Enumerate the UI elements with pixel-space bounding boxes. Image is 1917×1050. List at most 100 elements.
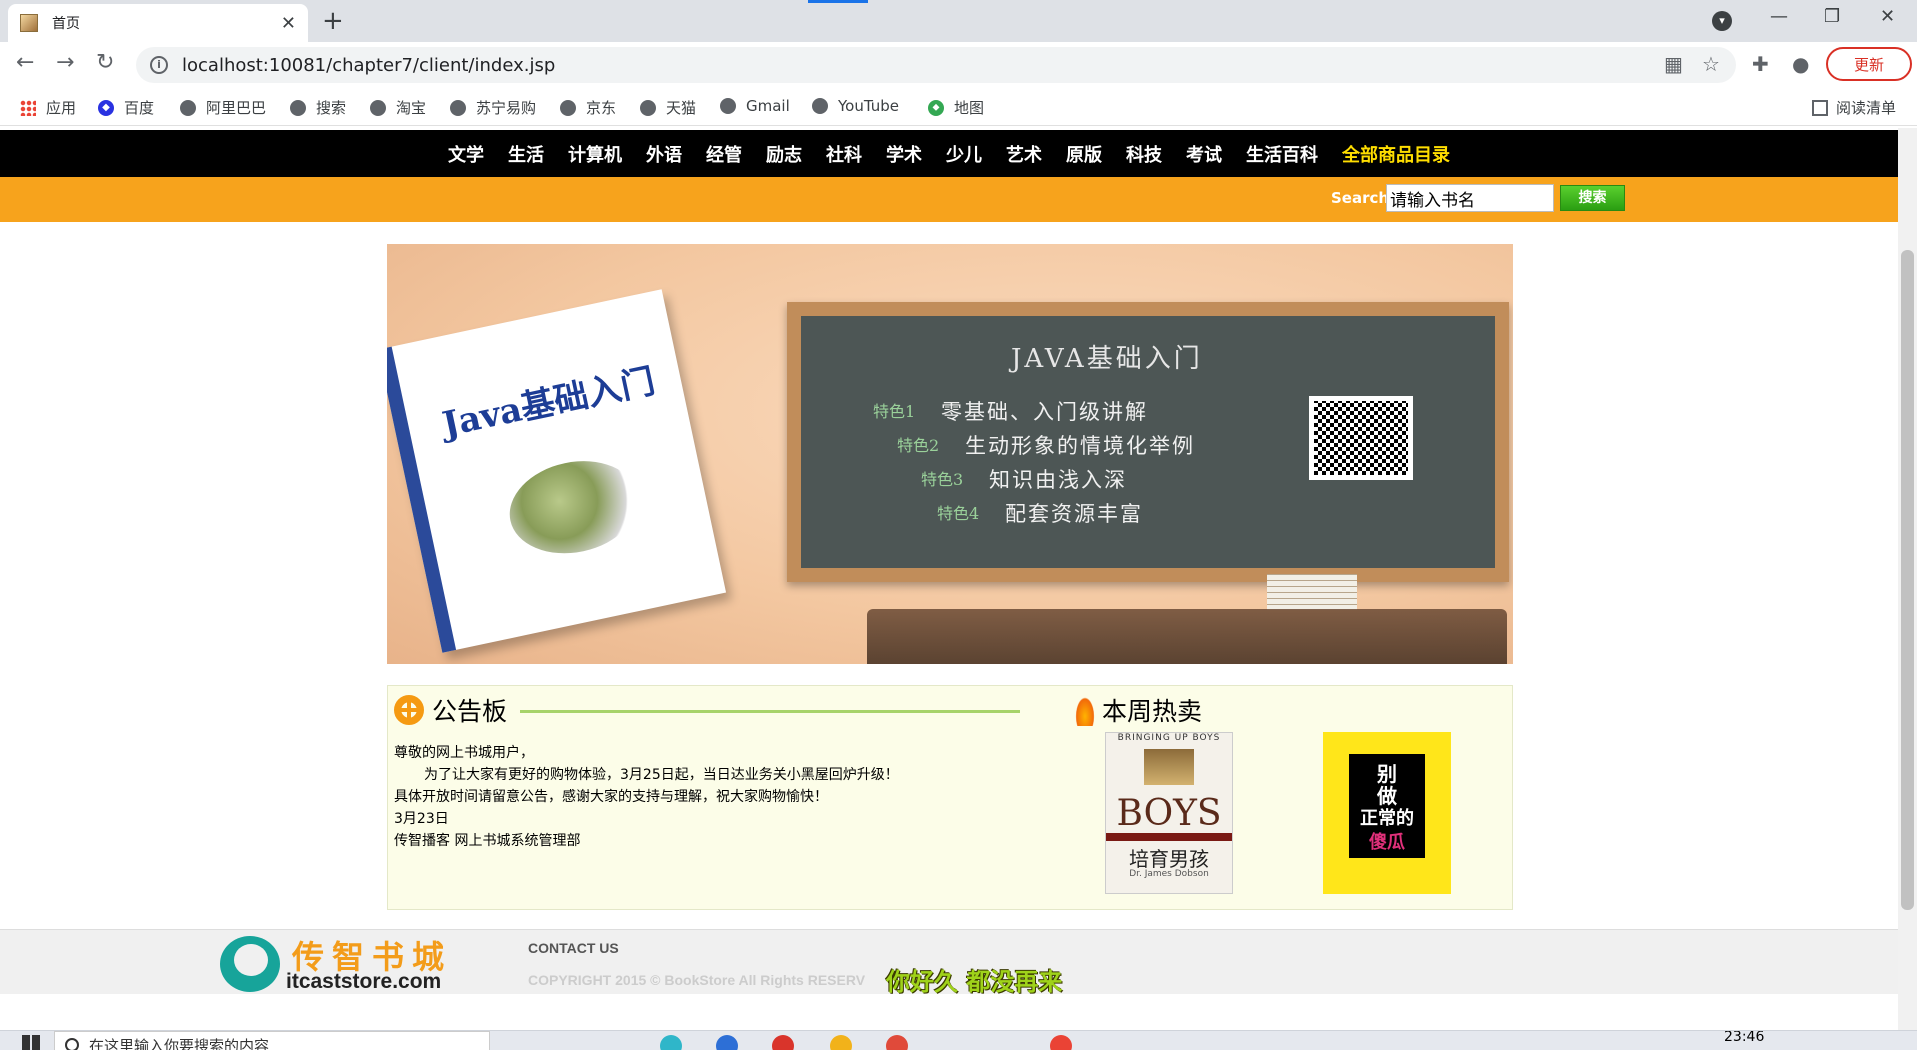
page-favicon-icon <box>20 14 38 32</box>
folder-icon[interactable] <box>830 1035 852 1050</box>
feature-tag: 特色4 <box>937 504 980 523</box>
book-cover-panel: 别 做 正常的 傻瓜 <box>1349 754 1425 858</box>
reading-list-icon <box>1812 99 1828 116</box>
category-link[interactable]: 社科 <box>826 141 862 167</box>
taskbar-clock[interactable]: 23:46 <box>1724 1031 1764 1045</box>
translate-icon[interactable]: ▦ <box>1664 52 1683 76</box>
category-link[interactable]: 少儿 <box>946 141 982 167</box>
minimize-icon[interactable]: — <box>1770 6 1788 27</box>
contact-us-link[interactable]: CONTACT US <box>528 940 619 956</box>
notice-title: 公告板 <box>432 697 508 726</box>
bookmark-suning[interactable]: 苏宁易购 <box>450 97 536 118</box>
browser-tab[interactable]: 首页 ✕ <box>8 4 308 42</box>
category-link[interactable]: 励志 <box>766 141 802 167</box>
reading-list-button[interactable]: 阅读清单 <box>1812 97 1896 118</box>
blackboard-image: JAVA基础入门 特色1 零基础、入门级讲解 特色2 生动形象的情境化举例 特色… <box>787 302 1509 582</box>
notice-body: 尊敬的网上书城用户， 为了让大家有更好的购物体验，3月25日起，当日达业务关小黑… <box>394 742 899 852</box>
app-icon[interactable] <box>886 1035 908 1050</box>
subtitle-overlay: 你好久 都没再来 <box>886 968 1063 996</box>
globe-icon <box>640 99 656 116</box>
promo-banner[interactable]: Java基础入门 JAVA基础入门 特色1 零基础、入门级讲解 特色2 生动形象… <box>387 244 1513 664</box>
category-link[interactable]: 生活 <box>508 141 544 167</box>
category-link[interactable]: 学术 <box>886 141 922 167</box>
search-label: Search <box>1331 189 1390 207</box>
bookmark-maps[interactable]: ⬥ 地图 <box>928 97 984 118</box>
site-footer: 传智书城 itcaststore.com CONTACT US COPYRIGH… <box>0 929 1898 996</box>
globe-icon <box>290 99 306 116</box>
category-link[interactable]: 原版 <box>1066 141 1102 167</box>
desks-image <box>867 609 1507 664</box>
address-bar[interactable]: i localhost:10081/chapter7/client/index.… <box>136 47 1736 83</box>
book-author: Dr. James Dobson <box>1129 869 1209 879</box>
close-window-icon[interactable]: ✕ <box>1880 6 1895 27</box>
taskbar-search-box[interactable]: 在这里输入你要搜索的内容 <box>54 1031 490 1050</box>
bookmark-apps[interactable]: 应用 <box>20 97 76 118</box>
forward-icon[interactable]: → <box>56 50 74 75</box>
restore-icon[interactable]: ❐ <box>1824 6 1840 27</box>
site-info-icon[interactable]: i <box>150 56 168 74</box>
app-icon[interactable] <box>772 1035 794 1050</box>
bookmark-star-icon[interactable]: ☆ <box>1702 52 1720 76</box>
os-taskbar: 在这里输入你要搜索的内容 23:46 <box>0 1030 1917 1050</box>
bookmark-search[interactable]: 搜索 <box>290 97 346 118</box>
chrome-icon[interactable] <box>1050 1035 1072 1050</box>
category-link[interactable]: 艺术 <box>1006 141 1042 167</box>
browser-tab-strip: 首页 ✕ + ▾ — ❐ ✕ <box>0 0 1917 42</box>
bookmark-alibaba[interactable]: 阿里巴巴 <box>180 97 266 118</box>
feature-text: 生动形象的情境化举例 <box>965 434 1195 458</box>
blackboard-title: JAVA基础入门 <box>1011 344 1203 374</box>
bookmark-baidu[interactable]: ◆ 百度 <box>98 97 154 118</box>
book-big-title: BOYS <box>1116 793 1222 834</box>
edge-browser-icon[interactable] <box>660 1035 682 1050</box>
book-title-line: 正常的 <box>1360 808 1414 829</box>
category-link[interactable]: 生活百科 <box>1246 141 1318 167</box>
bookmark-jd[interactable]: 京东 <box>560 97 616 118</box>
book-cover-image: Java基础入门 <box>387 289 727 653</box>
bookmark-gmail[interactable]: Gmail <box>720 97 790 115</box>
copyright-text: COPYRIGHT 2015 © BookStore All Rights RE… <box>528 972 866 988</box>
search-button[interactable]: 搜索 <box>1560 185 1625 211</box>
feature-text: 知识由浅入深 <box>989 468 1127 492</box>
category-link[interactable]: 考试 <box>1186 141 1222 167</box>
globe-icon <box>560 99 576 116</box>
notice-line: 为了让大家有更好的购物体验，3月25日起，当日达业务关小黑屋回炉升级！ <box>424 767 899 783</box>
back-icon[interactable]: ← <box>16 50 34 75</box>
globe-icon <box>180 99 196 116</box>
logo-mark-icon <box>220 936 280 992</box>
category-link[interactable]: 文学 <box>448 141 484 167</box>
bookmark-youtube[interactable]: YouTube <box>812 97 899 115</box>
category-nav: 文学 生活 计算机 外语 经管 励志 社科 学术 少儿 艺术 原版 科技 考试 … <box>0 130 1898 177</box>
feature-tag: 特色1 <box>873 402 916 421</box>
extensions-icon[interactable]: ✚ <box>1752 52 1769 76</box>
scrollbar-thumb[interactable] <box>1901 250 1914 910</box>
book-cn-title: 培育男孩 <box>1129 847 1209 871</box>
all-categories-link[interactable]: 全部商品目录 <box>1342 141 1450 167</box>
page-viewport: 文学 生活 计算机 外语 经管 励志 社科 学术 少儿 艺术 原版 科技 考试 … <box>0 128 1898 1030</box>
search-input[interactable] <box>1386 184 1554 212</box>
new-tab-icon[interactable]: + <box>322 6 344 36</box>
hot-book-normal[interactable]: 别 做 正常的 傻瓜 <box>1323 732 1451 894</box>
book-title-line: 傻瓜 <box>1369 832 1405 853</box>
update-button[interactable]: 更新 <box>1826 47 1912 81</box>
tab-search-icon[interactable]: ▾ <box>1712 11 1732 31</box>
fire-icon <box>1074 694 1096 726</box>
close-tab-icon[interactable]: ✕ <box>281 13 296 34</box>
java-mascot-image <box>501 449 647 565</box>
profile-avatar-icon[interactable]: ● <box>1792 52 1809 76</box>
app-icon[interactable] <box>716 1035 738 1050</box>
tab-indicator <box>808 0 868 3</box>
category-link[interactable]: 科技 <box>1126 141 1162 167</box>
feature-text: 配套资源丰富 <box>1005 502 1143 526</box>
page-scrollbar[interactable] <box>1898 128 1917 1030</box>
browser-toolbar: ← → ↻ i localhost:10081/chapter7/client/… <box>0 42 1917 88</box>
category-link[interactable]: 外语 <box>646 141 682 167</box>
reload-icon[interactable]: ↻ <box>96 50 114 75</box>
windows-start-icon[interactable] <box>22 1035 40 1050</box>
bookmark-taobao[interactable]: 淘宝 <box>370 97 426 118</box>
bookmark-tmall[interactable]: 天猫 <box>640 97 696 118</box>
search-bar: Search 搜索 <box>0 177 1898 222</box>
book-band <box>1106 833 1232 841</box>
category-link[interactable]: 经管 <box>706 141 742 167</box>
category-link[interactable]: 计算机 <box>568 141 622 167</box>
hot-book-boys[interactable]: BRINGING UP BOYS BOYS 培育男孩 Dr. James Dob… <box>1105 732 1233 894</box>
